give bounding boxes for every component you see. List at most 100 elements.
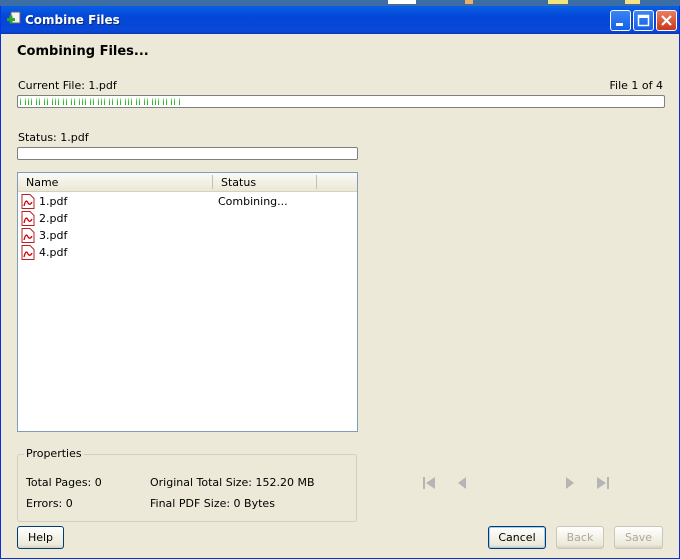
status-label: Status: 1.pdf: [18, 131, 89, 144]
progress-segment: [103, 98, 105, 105]
progress-segment: [38, 98, 40, 105]
progress-segment: [36, 98, 37, 105]
progress-segment: [101, 98, 102, 105]
pdf-file-icon: [21, 245, 35, 260]
progress-segment: [157, 98, 159, 105]
progress-segment: [133, 98, 135, 105]
original-total-size: Original Total Size: 152.20 MB: [150, 476, 315, 489]
back-button[interactable]: Back: [556, 526, 604, 549]
minimize-icon: [616, 23, 623, 26]
progress-segment: [82, 98, 83, 105]
progress-segment: [136, 98, 137, 105]
column-divider[interactable]: [212, 175, 213, 189]
progress-segment: [179, 98, 181, 105]
progress-segment: [152, 98, 154, 105]
progress-segment: [128, 98, 129, 105]
progress-segment: [84, 98, 86, 105]
progress-segment: [90, 98, 91, 105]
close-icon: [661, 15, 672, 26]
progress-segment: [25, 98, 27, 105]
first-page-icon[interactable]: [421, 475, 437, 491]
minimize-button[interactable]: [610, 10, 631, 31]
column-header-name[interactable]: Name: [26, 176, 58, 189]
next-page-icon[interactable]: [562, 475, 578, 491]
progress-segment: [165, 98, 167, 105]
list-item[interactable]: 3.pdf: [18, 227, 357, 244]
progress-segment: [174, 98, 175, 105]
progress-segment: [30, 98, 32, 105]
progress-segment: [63, 98, 64, 105]
cancel-button[interactable]: Cancel: [488, 526, 546, 549]
previous-page-icon[interactable]: [454, 475, 470, 491]
progress-segment: [20, 98, 21, 105]
progress-segment: [138, 98, 140, 105]
combine-pdf-icon: [7, 11, 21, 24]
progress-segment: [95, 98, 97, 105]
current-file-label: Current File: 1.pdf: [18, 79, 117, 92]
progress-segment: [155, 98, 156, 105]
desktop-item: [465, 0, 473, 4]
list-item[interactable]: 4.pdf: [18, 244, 357, 261]
progress-segment: [117, 98, 119, 105]
final-pdf-size: Final PDF Size: 0 Bytes: [150, 497, 275, 510]
progress-segment: [71, 98, 73, 105]
progress-segment: [114, 98, 116, 105]
progress-segment: [79, 98, 81, 105]
file-list-header: Name Status: [18, 173, 357, 192]
progress-segment: [171, 98, 173, 105]
progress-segment: [125, 98, 127, 105]
list-item[interactable]: 1.pdf Combining...: [18, 193, 357, 210]
progress-segment: [98, 98, 100, 105]
current-file-progress-fill: [20, 98, 181, 105]
progress-segment: [149, 98, 151, 105]
pdf-file-icon: [21, 194, 35, 209]
file-counter: File 1 of 4: [609, 79, 664, 92]
window-title: Combine Files: [25, 13, 120, 27]
pdf-file-icon: [21, 228, 35, 243]
progress-segment: [76, 98, 78, 105]
progress-segment: [52, 98, 54, 105]
maximize-button[interactable]: [633, 10, 654, 31]
progress-segment: [41, 98, 43, 105]
progress-segment: [28, 98, 29, 105]
progress-segment: [57, 98, 59, 105]
progress-segment: [44, 98, 46, 105]
progress-segment: [147, 98, 148, 105]
properties-group: Properties Total Pages: 0 Errors: 0 Orig…: [17, 447, 357, 522]
column-divider[interactable]: [316, 175, 317, 189]
desktop-item: [388, 0, 416, 4]
file-list[interactable]: Name Status 1.pdf Combining... 2.pdf 3.pdf 4…: [17, 172, 358, 432]
desktop-item: [548, 0, 568, 4]
desktop-item: [625, 0, 640, 4]
progress-segment: [74, 98, 75, 105]
progress-segment: [160, 98, 162, 105]
close-button[interactable]: [656, 10, 677, 31]
status-progress: [17, 147, 358, 160]
progress-segment: [49, 98, 51, 105]
progress-segment: [92, 98, 94, 105]
progress-segment: [130, 98, 132, 105]
save-button[interactable]: Save: [614, 526, 663, 549]
title-bar[interactable]: Combine Files: [1, 6, 679, 34]
file-name: 1.pdf: [39, 195, 68, 208]
pdf-file-icon: [21, 211, 35, 226]
progress-segment: [168, 98, 170, 105]
progress-segment: [106, 98, 108, 105]
progress-segment: [22, 98, 24, 105]
last-page-icon[interactable]: [595, 475, 611, 491]
help-button[interactable]: Help: [17, 526, 64, 549]
maximize-icon: [637, 14, 650, 27]
page-title: Combining Files...: [17, 44, 149, 59]
progress-segment: [163, 98, 164, 105]
file-status: Combining...: [218, 195, 288, 208]
progress-segment: [87, 98, 89, 105]
total-pages: Total Pages: 0: [26, 476, 102, 489]
progress-segment: [141, 98, 143, 105]
progress-segment: [109, 98, 110, 105]
status-progress-fill: [20, 150, 137, 157]
progress-segment: [122, 98, 124, 105]
properties-legend: Properties: [24, 447, 84, 460]
current-file-progress: [17, 95, 665, 108]
list-item[interactable]: 2.pdf: [18, 210, 357, 227]
column-header-status[interactable]: Status: [221, 176, 256, 189]
